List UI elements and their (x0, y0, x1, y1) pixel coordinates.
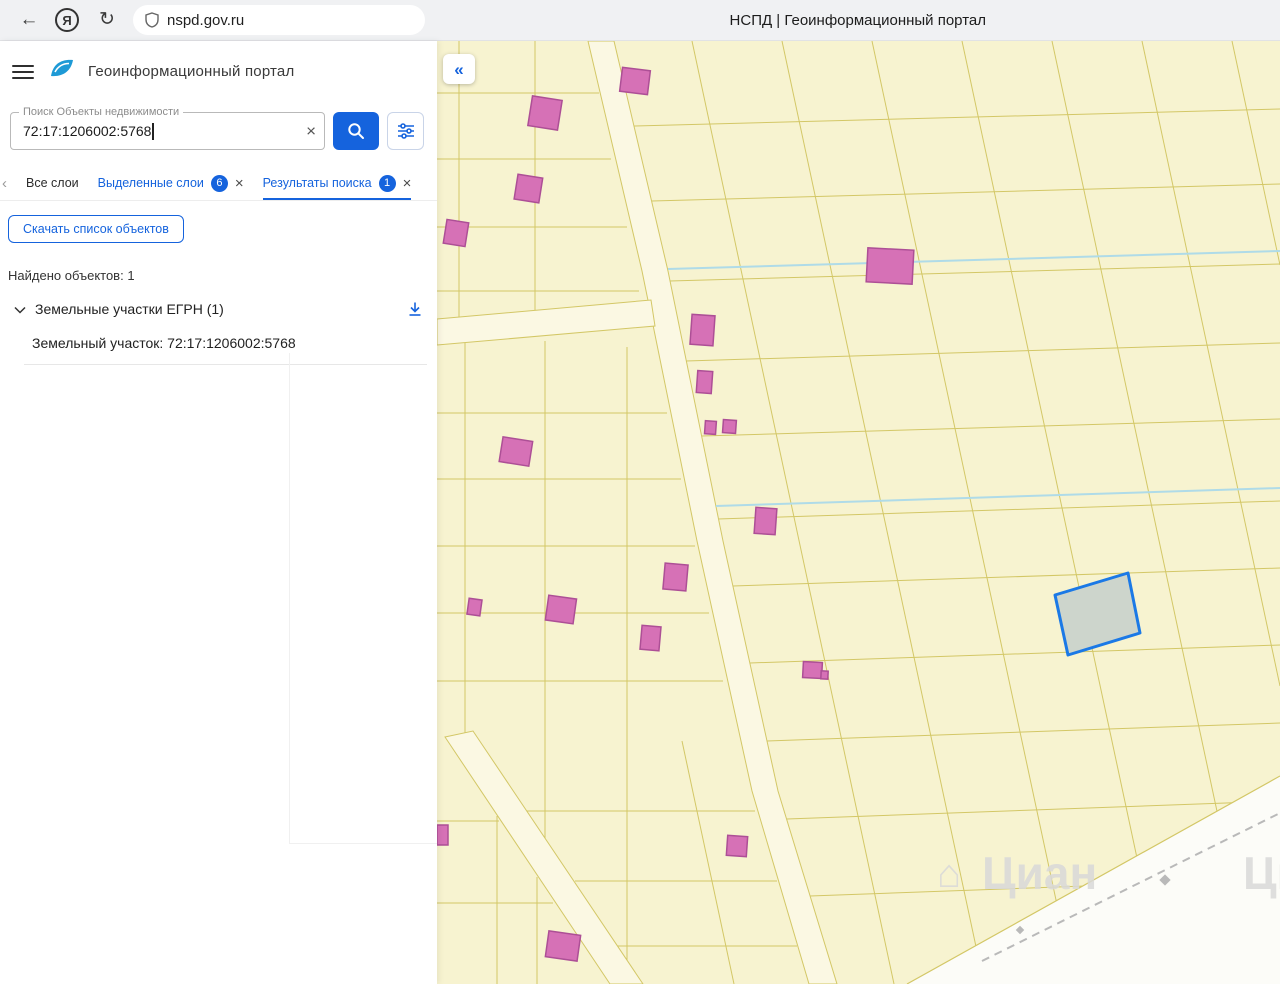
close-tab-icon[interactable]: × (235, 176, 244, 191)
map-area: ⌂ Циан Циан « (437, 41, 1280, 984)
layer-tabs: ‹ Все слои Выделенные слои 6 × Результат… (0, 166, 437, 201)
close-tab-icon[interactable]: × (403, 176, 412, 191)
tabs-scroll-left-icon[interactable]: ‹ (2, 175, 7, 192)
browser-refresh-button[interactable]: ↻ (94, 7, 120, 33)
tab-selected-layers[interactable]: Выделенные слои 6 × (98, 166, 244, 200)
sidebar-header: Геоинформационный портал (0, 41, 437, 100)
search-row: Поиск Объекты недвижимости 72:17:1206002… (10, 112, 425, 150)
found-objects-count: Найдено объектов: 1 (8, 268, 437, 283)
tab-count-badge: 6 (211, 175, 228, 192)
text-caret (152, 123, 154, 140)
tab-count-badge: 1 (379, 175, 396, 192)
search-input-value: 72:17:1206002:5768 (23, 123, 151, 139)
map-canvas[interactable]: ⌂ Циан Циан (437, 41, 1280, 984)
download-object-list-button[interactable]: Скачать список объектов (8, 215, 184, 243)
menu-hamburger-button[interactable] (10, 62, 36, 82)
browser-back-button[interactable]: ← (16, 7, 42, 33)
watermark-text: Циан (982, 847, 1097, 899)
hamburger-icon (12, 64, 34, 80)
results-group-label: Земельные участки ЕГРН (1) (35, 301, 224, 317)
tab-label: Результаты поиска (263, 176, 372, 190)
app-title: Геоинформационный портал (88, 63, 294, 80)
download-group-icon[interactable] (407, 301, 423, 317)
magnifier-icon (347, 122, 365, 140)
search-button[interactable] (333, 112, 379, 150)
site-security-shield-icon (145, 12, 159, 28)
panel-divider (289, 353, 290, 843)
tab-label: Все слои (26, 176, 79, 190)
watermark-house-icon: ⌂ (937, 852, 961, 896)
tab-search-results[interactable]: Результаты поиска 1 × (263, 166, 412, 200)
watermark-text-partial: Циан (1243, 847, 1280, 899)
address-bar[interactable]: nspd.gov.ru (133, 5, 425, 35)
result-item-parcel[interactable]: Земельный участок: 72:17:1206002:5768 (24, 327, 427, 365)
tab-label: Выделенные слои (98, 176, 204, 190)
tab-all-layers[interactable]: Все слои (26, 166, 79, 200)
cadastral-land (437, 41, 1280, 984)
chevron-down-icon[interactable] (14, 304, 26, 314)
sidebar-panel: Геоинформационный портал Поиск Объекты н… (0, 41, 437, 984)
panel-divider (289, 843, 437, 844)
browser-toolbar: ← Я ↻ nspd.gov.ru НСПД | Геоинформационн… (0, 0, 1280, 41)
yandex-browser-icon[interactable]: Я (55, 8, 79, 32)
sidebar-collapse-button[interactable]: « (443, 54, 475, 84)
search-input[interactable]: Поиск Объекты недвижимости 72:17:1206002… (10, 112, 325, 150)
clear-search-icon[interactable]: × (306, 123, 316, 140)
sliders-icon (397, 123, 415, 139)
browser-page-title: НСПД | Геоинформационный портал (730, 12, 1264, 29)
search-input-label: Поиск Объекты недвижимости (19, 106, 183, 118)
nspd-logo-icon (49, 57, 75, 86)
search-filters-button[interactable] (387, 112, 424, 150)
results-group-egrn[interactable]: Земельные участки ЕГРН (1) (14, 301, 423, 317)
url-text: nspd.gov.ru (167, 12, 244, 29)
